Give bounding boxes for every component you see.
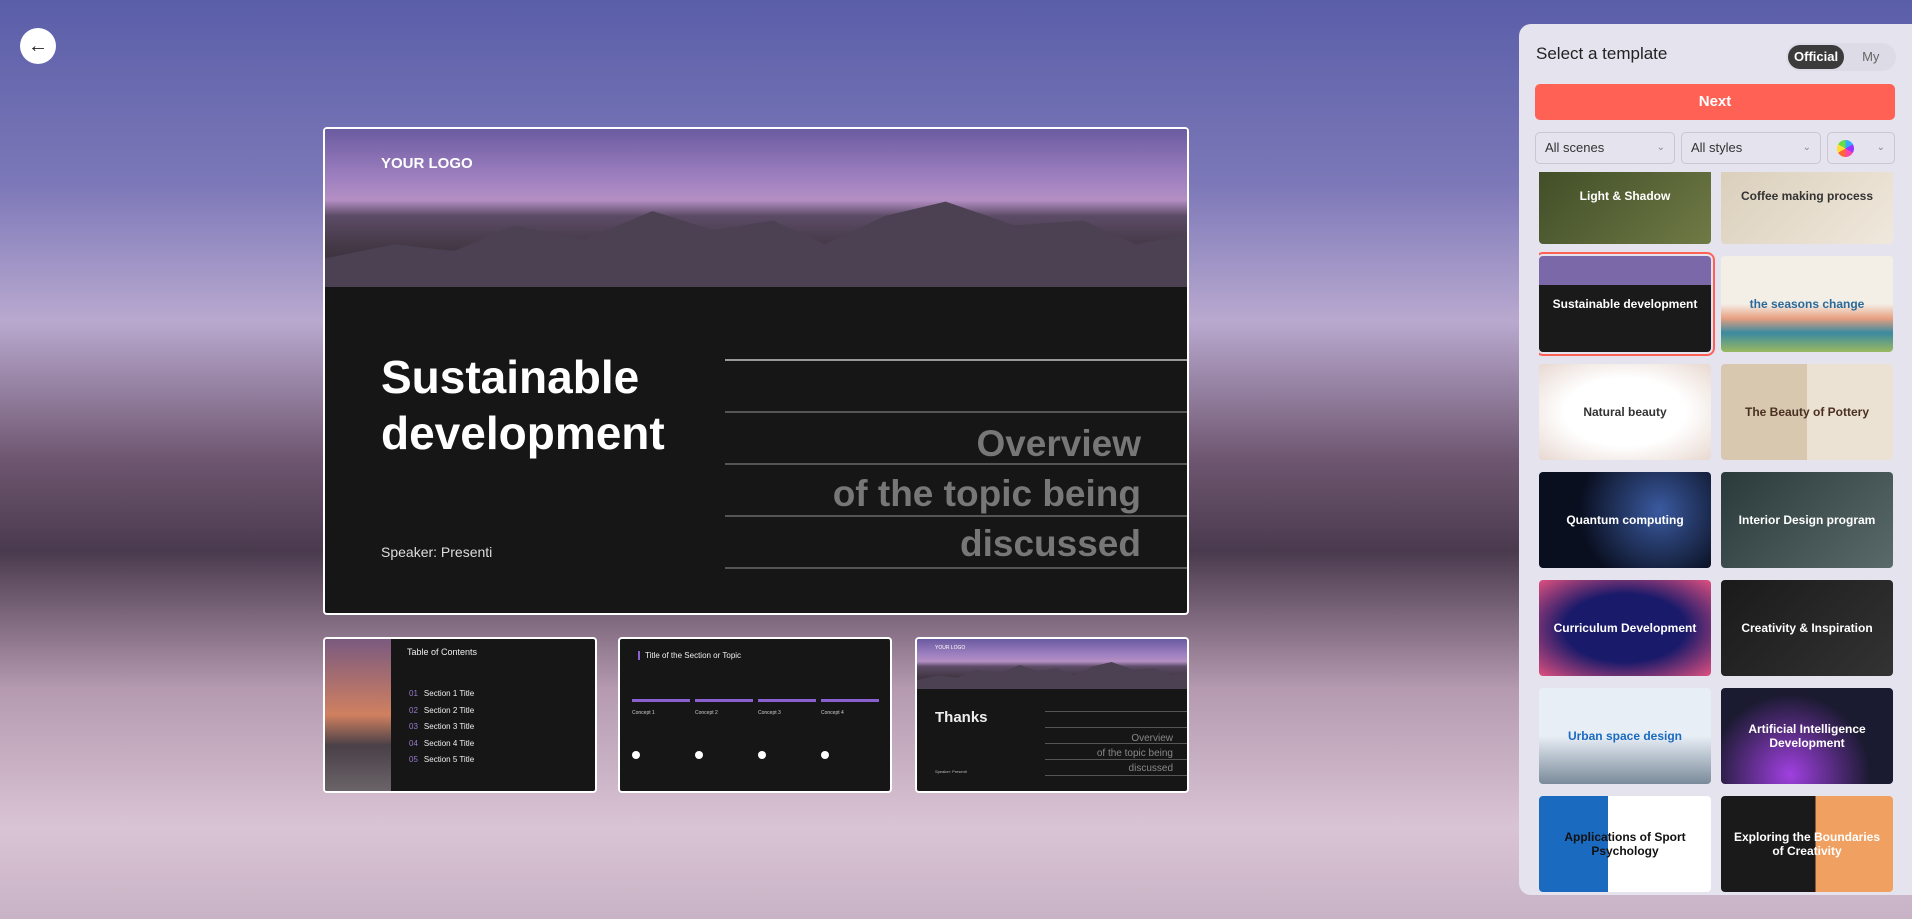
source-toggle: Official My [1786, 43, 1896, 71]
concept-column: Concept 3 [758, 699, 816, 739]
template-card[interactable]: Light & Shadow [1539, 172, 1711, 244]
chevron-down-icon: ⌄ [1876, 142, 1885, 153]
section-title: Title of the Section or Topic [638, 651, 741, 660]
section-label: Section 4 Title [423, 738, 475, 748]
slide-thumb-section[interactable]: Title of the Section or Topic Concept 1 … [618, 637, 892, 793]
concept-dot [695, 751, 703, 759]
concept-column: Concept 2 [695, 699, 753, 739]
overview-line: of the topic being [832, 473, 1141, 514]
template-title: Coffee making process [1740, 189, 1874, 203]
slide-thumb-toc[interactable]: Table of Contents 01 Section 1 Title 02 Sec… [323, 637, 597, 793]
tab-my[interactable]: My [1856, 45, 1885, 69]
arrow-left-icon: ← [28, 34, 48, 57]
scenes-value: All scenes [1545, 140, 1605, 155]
template-card[interactable]: Creativity & Inspiration [1721, 580, 1893, 676]
section-label: Section 5 Title [423, 755, 475, 764]
color-dropdown[interactable]: ⌄ [1827, 132, 1895, 164]
overview-line: discussed [960, 523, 1141, 564]
color-wheel-icon [1837, 140, 1854, 158]
concept-text [695, 721, 753, 739]
template-title: Creativity & Inspiration [1741, 621, 1873, 635]
template-title: Natural beauty [1583, 405, 1667, 419]
toc-section: 02 Section 2 Title [409, 706, 474, 715]
template-title: Sustainable development [1552, 297, 1698, 311]
section-label: Section 1 Title [423, 689, 475, 698]
section-label: Section 3 Title [423, 722, 475, 731]
back-button[interactable]: ← [20, 28, 56, 64]
thanks-overview: Overview of the topic being discussed [1097, 731, 1173, 776]
section-number: 03 [409, 722, 418, 731]
template-panel: Select a template Official My Next All s… [1519, 24, 1912, 895]
section-number: 01 [409, 689, 418, 698]
styles-value: All styles [1691, 140, 1743, 155]
template-card[interactable]: Curriculum Development [1539, 580, 1711, 676]
slide-logo: YOUR LOGO [381, 155, 473, 172]
template-card[interactable]: Applications of Sport Psychology [1539, 796, 1711, 892]
template-card[interactable]: Coffee making process [1721, 172, 1893, 244]
panel-title: Select a template [1536, 44, 1668, 63]
tab-official[interactable]: Official [1788, 45, 1845, 69]
template-title: Applications of Sport Psychology [1564, 830, 1686, 858]
toc-section: 05 Section 5 Title [409, 755, 474, 764]
template-card[interactable]: Sustainable development [1539, 252, 1715, 356]
slide-logo: YOUR LOGO [935, 645, 966, 651]
concept-text [821, 721, 879, 739]
chevron-down-icon: ⌄ [1656, 142, 1665, 153]
slide-overview: Overview of the topic being discussed [833, 419, 1141, 569]
overview-line: discussed [1128, 763, 1173, 774]
template-card[interactable]: Natural beauty [1539, 364, 1711, 460]
concept-title: Concept 4 [821, 710, 844, 716]
concept-title: Concept 2 [695, 710, 718, 716]
template-title: Curriculum Development [1553, 621, 1697, 635]
toc-title: Table of Contents [407, 647, 478, 657]
overview-line: of the topic being [1096, 748, 1173, 759]
template-card[interactable]: Quantum computing [1539, 472, 1711, 568]
template-title: Quantum computing [1566, 513, 1684, 527]
template-card[interactable]: Artificial Intelligence Development [1721, 688, 1893, 784]
next-button[interactable]: Next [1535, 84, 1895, 120]
template-title: Artificial Intelligence Development [1748, 722, 1866, 750]
slide-speaker: Speaker: Presenti [381, 544, 493, 560]
mountain-image [325, 129, 1187, 287]
toc-image [325, 639, 391, 791]
styles-dropdown[interactable]: All styles ⌄ [1681, 132, 1821, 164]
concept-column: Concept 1 [632, 699, 690, 739]
concept-text [632, 721, 690, 739]
template-card[interactable]: the seasons change [1721, 256, 1893, 352]
toc-section: 04 Section 4 Title [409, 739, 474, 748]
template-title: Interior Design program [1738, 513, 1876, 527]
chevron-down-icon: ⌄ [1802, 142, 1811, 153]
template-title: Exploring the Boundaries of Creativity [1733, 830, 1880, 858]
concept-dot [758, 751, 766, 759]
concept-column: Concept 4 [821, 699, 879, 739]
slide-thumb-thanks[interactable]: YOUR LOGO Thanks Overview of the topic b… [915, 637, 1189, 793]
template-grid[interactable]: Light & Shadow Coffee making process Susta… [1539, 172, 1897, 895]
overview-line: Overview [976, 423, 1141, 464]
template-title: The Beauty of Pottery [1744, 405, 1870, 419]
template-title: Urban space design [1567, 729, 1683, 743]
template-card[interactable]: Exploring the Boundaries of Creativity [1721, 796, 1893, 892]
template-card[interactable]: Interior Design program [1721, 472, 1893, 568]
template-title: Light & Shadow [1579, 189, 1671, 203]
section-label: Section 2 Title [423, 705, 475, 715]
concept-title: Concept 3 [758, 710, 781, 716]
concept-text [758, 721, 816, 739]
section-number: 04 [409, 738, 418, 748]
toc-section: 01 Section 1 Title [409, 689, 474, 698]
toc-section: 03 Section 3 Title [409, 722, 474, 731]
slide-preview: YOUR LOGO Sustainable development Speake… [323, 127, 1189, 615]
thanks-speaker: Speaker: Presenti [935, 769, 967, 774]
overview-line: Overview [1131, 733, 1173, 744]
concept-dot [632, 751, 640, 759]
template-card[interactable]: The Beauty of Pottery [1721, 364, 1893, 460]
scenes-dropdown[interactable]: All scenes ⌄ [1535, 132, 1675, 164]
template-card[interactable]: Urban space design [1539, 688, 1711, 784]
section-number: 02 [409, 705, 418, 715]
concept-dot [821, 751, 829, 759]
section-number: 05 [409, 755, 418, 764]
thanks-title: Thanks [935, 709, 988, 726]
template-title: the seasons change [1749, 297, 1865, 311]
slide-title: Sustainable development [381, 351, 665, 459]
concept-title: Concept 1 [632, 710, 655, 716]
